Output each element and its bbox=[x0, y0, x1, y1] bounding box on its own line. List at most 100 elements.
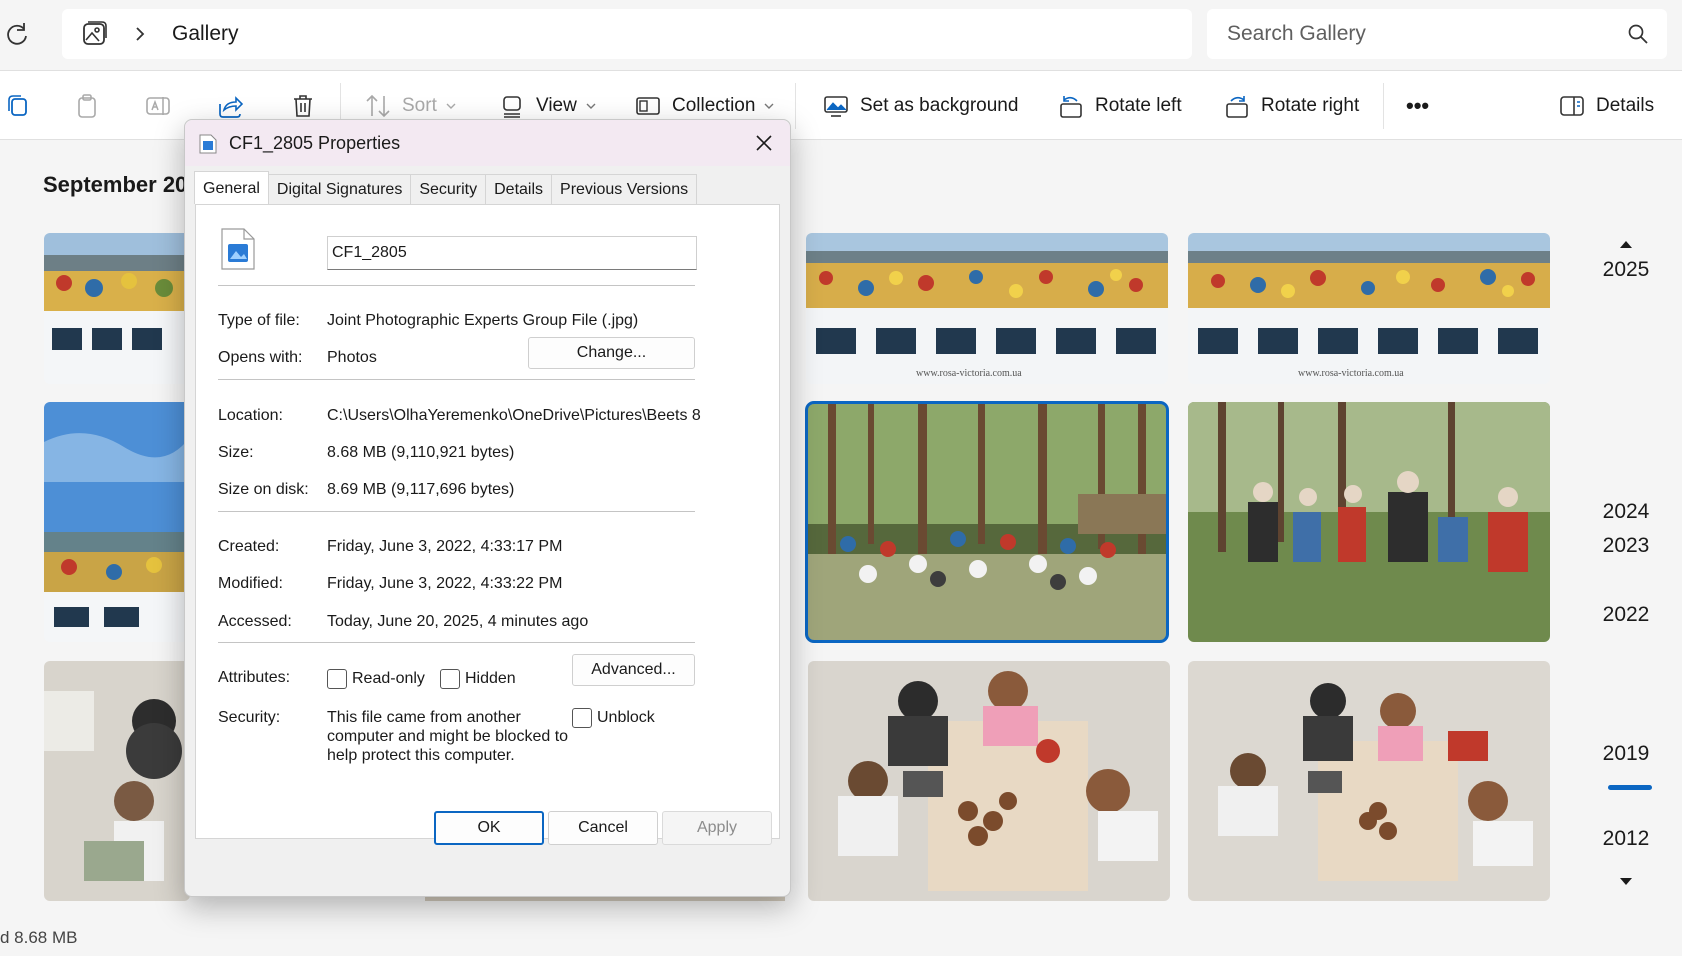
photo-thumbnail[interactable] bbox=[808, 661, 1170, 901]
unblock-checkbox[interactable]: Unblock bbox=[572, 708, 655, 728]
created-value: Friday, June 3, 2022, 4:33:17 PM bbox=[327, 538, 563, 555]
attributes-label: Attributes: bbox=[218, 669, 291, 686]
status-bar-text: d 8.68 MB bbox=[0, 928, 78, 947]
gallery-icon bbox=[83, 21, 107, 45]
sort-label: Sort bbox=[402, 95, 437, 116]
photo-thumbnail[interactable] bbox=[44, 661, 190, 901]
breadcrumb[interactable]: Gallery bbox=[62, 9, 1192, 59]
modified-value: Friday, June 3, 2022, 4:33:22 PM bbox=[327, 575, 563, 592]
table-photo bbox=[808, 661, 1170, 901]
location-value: C:\Users\OlhaYeremenko\OneDrive\Pictures… bbox=[327, 407, 701, 424]
photo-thumbnail-selected[interactable] bbox=[805, 401, 1169, 643]
copy-button[interactable] bbox=[4, 71, 32, 141]
apply-button[interactable]: Apply bbox=[662, 811, 772, 845]
watermark-text: www.rosa-victoria.com.ua bbox=[916, 368, 1022, 379]
breadcrumb-gallery[interactable]: Gallery bbox=[172, 22, 239, 46]
cancel-button[interactable]: Cancel bbox=[548, 811, 658, 845]
type-of-file-label: Type of file: bbox=[218, 312, 300, 329]
forest-friends-photo bbox=[1188, 402, 1550, 642]
timeline-year[interactable]: 2023 bbox=[1570, 534, 1682, 558]
toolbar-divider bbox=[1383, 83, 1384, 129]
hidden-label: Hidden bbox=[465, 670, 516, 687]
details-button[interactable]: Details bbox=[1558, 71, 1654, 141]
change-button[interactable]: Change... bbox=[528, 337, 695, 369]
copy-icon bbox=[8, 95, 27, 116]
view-icon bbox=[503, 96, 521, 118]
timeline-scrubber[interactable]: 2025 2024 2023 2022 2019 2012 bbox=[1570, 230, 1682, 910]
photo-thumbnail[interactable] bbox=[1188, 661, 1550, 901]
general-tab-panel: Type of file: Joint Photographic Experts… bbox=[195, 204, 780, 839]
rotate-left-button[interactable]: Rotate left bbox=[1057, 71, 1182, 141]
location-label: Location: bbox=[218, 407, 283, 424]
rotate-left-label: Rotate left bbox=[1095, 95, 1182, 116]
photo-thumbnail[interactable] bbox=[44, 402, 190, 642]
photo-thumbnail[interactable]: www.rosa-victoria.com.ua bbox=[1188, 233, 1550, 384]
advanced-button[interactable]: Advanced... bbox=[572, 654, 695, 686]
search-icon[interactable] bbox=[1627, 23, 1649, 45]
size-on-disk-label: Size on disk: bbox=[218, 481, 309, 498]
more-icon: ••• bbox=[1406, 93, 1430, 118]
clipboard-icon bbox=[78, 94, 96, 118]
caret-up-icon[interactable] bbox=[1618, 238, 1634, 250]
file-name-field[interactable] bbox=[327, 236, 697, 270]
security-label: Security: bbox=[218, 709, 281, 726]
chevron-down-icon bbox=[586, 103, 596, 109]
ok-button[interactable]: OK bbox=[434, 811, 544, 845]
checkbox-box[interactable] bbox=[440, 669, 460, 689]
timeline-year[interactable]: 2019 bbox=[1570, 742, 1682, 766]
tab-security[interactable]: Security bbox=[410, 174, 487, 204]
size-label: Size: bbox=[218, 444, 254, 461]
timeline-year[interactable]: 2012 bbox=[1570, 827, 1682, 851]
chevron-down-icon bbox=[446, 103, 456, 109]
refresh-icon[interactable] bbox=[2, 20, 32, 50]
chevron-down-icon bbox=[764, 103, 774, 109]
accessed-value: Today, June 20, 2025, 4 minutes ago bbox=[327, 613, 589, 630]
toolbar-divider bbox=[795, 83, 796, 129]
tab-general[interactable]: General bbox=[194, 171, 269, 204]
caret-down-icon[interactable] bbox=[1618, 876, 1634, 888]
paste-button[interactable] bbox=[73, 71, 101, 141]
photo-thumbnail[interactable] bbox=[44, 233, 190, 384]
photo-thumbnail[interactable]: www.rosa-victoria.com.ua bbox=[806, 233, 1168, 384]
desktop-background-icon bbox=[824, 96, 848, 117]
close-icon[interactable] bbox=[750, 129, 778, 157]
boat-photo: www.rosa-victoria.com.ua bbox=[806, 233, 1168, 384]
created-label: Created: bbox=[218, 538, 280, 555]
checkbox-box[interactable] bbox=[327, 669, 347, 689]
hidden-checkbox[interactable]: Hidden bbox=[440, 669, 516, 689]
rename-icon bbox=[146, 97, 170, 115]
divider bbox=[218, 642, 695, 643]
timeline-position-marker[interactable] bbox=[1608, 785, 1652, 790]
timeline-year[interactable]: 2025 bbox=[1570, 258, 1682, 282]
properties-dialog: CF1_2805 Properties General Digital Sign… bbox=[184, 119, 791, 897]
more-options-button[interactable]: ••• bbox=[1406, 71, 1429, 141]
chevron-right-icon bbox=[136, 27, 145, 41]
search-input[interactable]: Search Gallery bbox=[1207, 9, 1667, 59]
read-only-checkbox[interactable]: Read-only bbox=[327, 669, 425, 689]
dialog-title-bar[interactable]: CF1_2805 Properties bbox=[185, 120, 790, 166]
rotate-right-icon bbox=[1226, 96, 1248, 118]
type-of-file-value: Joint Photographic Experts Group File (.… bbox=[327, 312, 639, 329]
table-photo bbox=[44, 661, 190, 901]
share-icon bbox=[219, 96, 244, 118]
divider bbox=[218, 285, 695, 286]
timeline-year[interactable]: 2024 bbox=[1570, 500, 1682, 524]
sky-boat-photo bbox=[44, 402, 190, 642]
photo-thumbnail[interactable] bbox=[1188, 402, 1550, 642]
view-label: View bbox=[536, 95, 577, 116]
rename-button[interactable] bbox=[144, 71, 172, 141]
table-photo bbox=[1188, 661, 1550, 901]
timeline-year[interactable]: 2022 bbox=[1570, 603, 1682, 627]
read-only-label: Read-only bbox=[352, 670, 425, 687]
security-message: This file came from another computer and… bbox=[327, 709, 569, 764]
tab-previous-versions[interactable]: Previous Versions bbox=[551, 174, 698, 204]
rotate-right-label: Rotate right bbox=[1261, 95, 1360, 116]
address-bar: Gallery Search Gallery bbox=[0, 0, 1682, 70]
tab-digital-signatures[interactable]: Digital Signatures bbox=[267, 174, 412, 204]
set-background-button[interactable]: Set as background bbox=[822, 71, 1018, 141]
tab-details[interactable]: Details bbox=[485, 174, 553, 204]
rotate-right-button[interactable]: Rotate right bbox=[1223, 71, 1359, 141]
checkbox-box[interactable] bbox=[572, 708, 592, 728]
image-file-icon bbox=[199, 134, 217, 154]
rotate-left-icon bbox=[1060, 96, 1082, 118]
